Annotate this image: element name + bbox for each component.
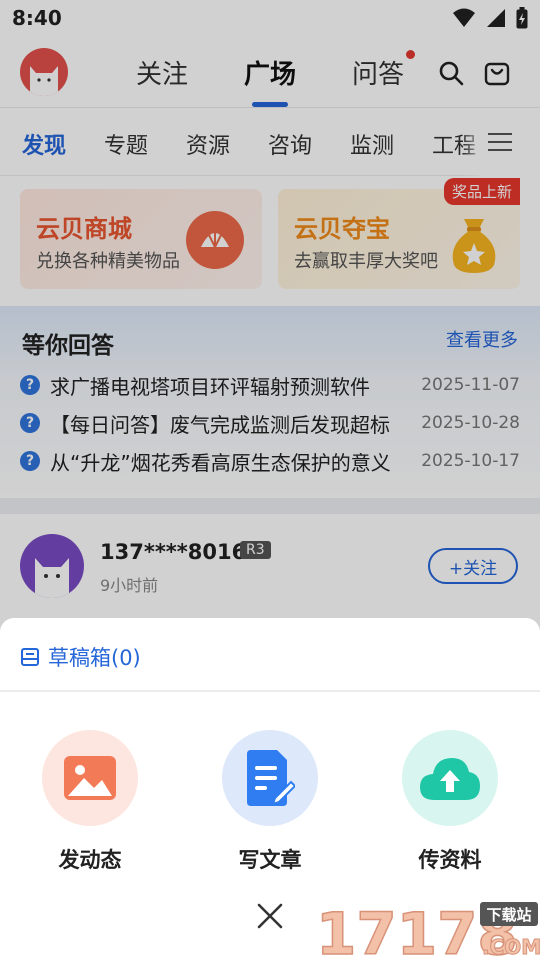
upload-file-button[interactable]: 传资料	[385, 730, 515, 874]
drafts-link[interactable]: 草稿箱(0)	[20, 642, 141, 672]
write-article-button[interactable]: 写文章	[205, 730, 335, 874]
image-icon	[64, 756, 116, 800]
drafts-icon	[21, 648, 39, 666]
document-edit-icon	[247, 750, 295, 806]
action-icon-bg	[42, 730, 138, 826]
divider	[0, 690, 540, 692]
post-status-button[interactable]: 发动态	[25, 730, 155, 874]
close-icon[interactable]	[256, 902, 284, 930]
action-label: 发动态	[58, 848, 122, 872]
action-label: 写文章	[238, 848, 302, 872]
watermark-logo: 17178 下载站 .COM	[315, 899, 540, 960]
action-icon-bg	[402, 730, 498, 826]
drafts-label: 草稿箱(0)	[48, 646, 141, 670]
action-icon-bg	[222, 730, 318, 826]
watermark-sub: 下载站	[486, 906, 531, 924]
action-label: 传资料	[418, 848, 482, 872]
watermark-tld: .COM	[482, 935, 540, 959]
cloud-upload-icon	[420, 758, 480, 800]
